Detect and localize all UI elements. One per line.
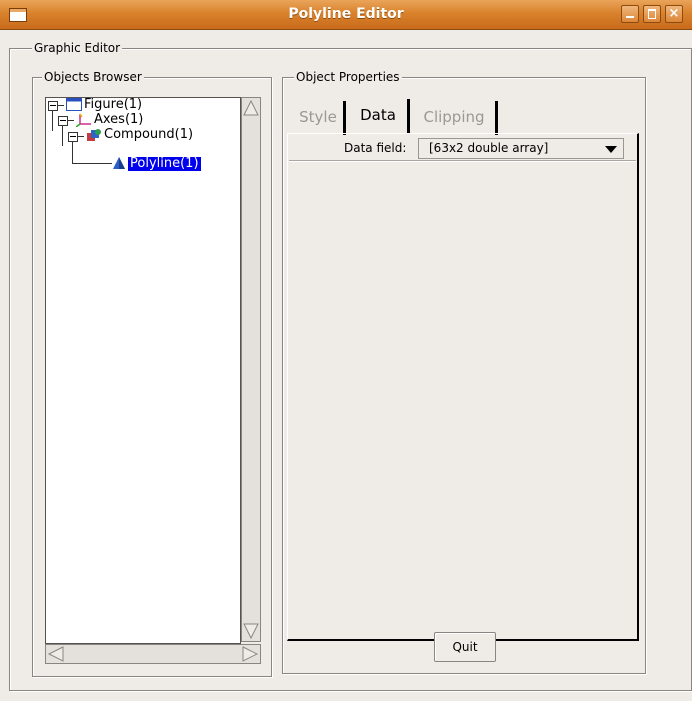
collapse-toggle-figure[interactable] <box>48 101 58 111</box>
collapse-toggle-axes[interactable] <box>58 116 68 126</box>
collapse-toggle-compound[interactable] <box>68 132 78 142</box>
tree-vertical-scrollbar[interactable] <box>241 97 261 642</box>
scroll-up-icon[interactable] <box>242 98 260 118</box>
tab-clipping-label: Clipping <box>423 108 485 126</box>
tree-line <box>72 141 73 163</box>
polyline-icon <box>113 157 125 169</box>
minimize-icon <box>626 16 634 18</box>
tree-item-polyline[interactable]: Polyline(1) <box>128 157 201 171</box>
graphic-editor-label: Graphic Editor <box>32 41 123 55</box>
maximize-button[interactable] <box>643 5 661 23</box>
tab-divider <box>407 99 410 133</box>
tree-item-figure[interactable]: Figure(1) <box>84 98 142 112</box>
tree-item-axes[interactable]: Axes(1) <box>94 113 143 127</box>
tab-data[interactable]: Data <box>348 99 410 133</box>
quit-button[interactable]: Quit <box>434 632 496 662</box>
tree-line <box>52 111 53 131</box>
compound-icon <box>87 129 101 141</box>
minimize-button[interactable] <box>621 5 639 23</box>
close-button[interactable]: × <box>665 5 683 23</box>
title-bar[interactable]: Polyline Editor × <box>0 0 692 30</box>
tab-divider <box>343 101 346 135</box>
object-properties-label: Object Properties <box>294 70 402 84</box>
tab-divider <box>495 101 498 135</box>
panel-separator <box>289 160 636 161</box>
close-icon: × <box>668 6 680 21</box>
tree-line <box>72 163 112 164</box>
tree-item-compound[interactable]: Compound(1) <box>104 128 193 142</box>
chevron-down-icon[interactable] <box>605 146 617 153</box>
scroll-down-icon[interactable] <box>242 621 260 641</box>
data-field-select[interactable]: [63x2 double array] <box>418 138 624 159</box>
data-tab-panel <box>287 133 639 641</box>
data-field-label: Data field: <box>344 141 407 155</box>
window-title: Polyline Editor <box>288 6 404 22</box>
axes-icon <box>76 113 91 127</box>
tab-style-label: Style <box>299 108 337 126</box>
objects-browser-label: Objects Browser <box>42 70 144 84</box>
figure-icon <box>66 98 82 111</box>
tab-style[interactable]: Style <box>292 101 346 135</box>
tree-horizontal-scrollbar[interactable] <box>45 644 261 664</box>
scroll-right-icon[interactable] <box>240 645 260 663</box>
tree-line <box>62 126 63 146</box>
tab-clipping[interactable]: Clipping <box>412 101 498 135</box>
maximize-icon <box>648 9 656 19</box>
tab-data-label: Data <box>360 106 396 124</box>
object-tree[interactable]: Figure(1) Axes(1) Compound(1) Polyline(1… <box>45 97 241 644</box>
data-field-value: [63x2 double array] <box>429 141 549 155</box>
scroll-left-icon[interactable] <box>46 645 66 663</box>
